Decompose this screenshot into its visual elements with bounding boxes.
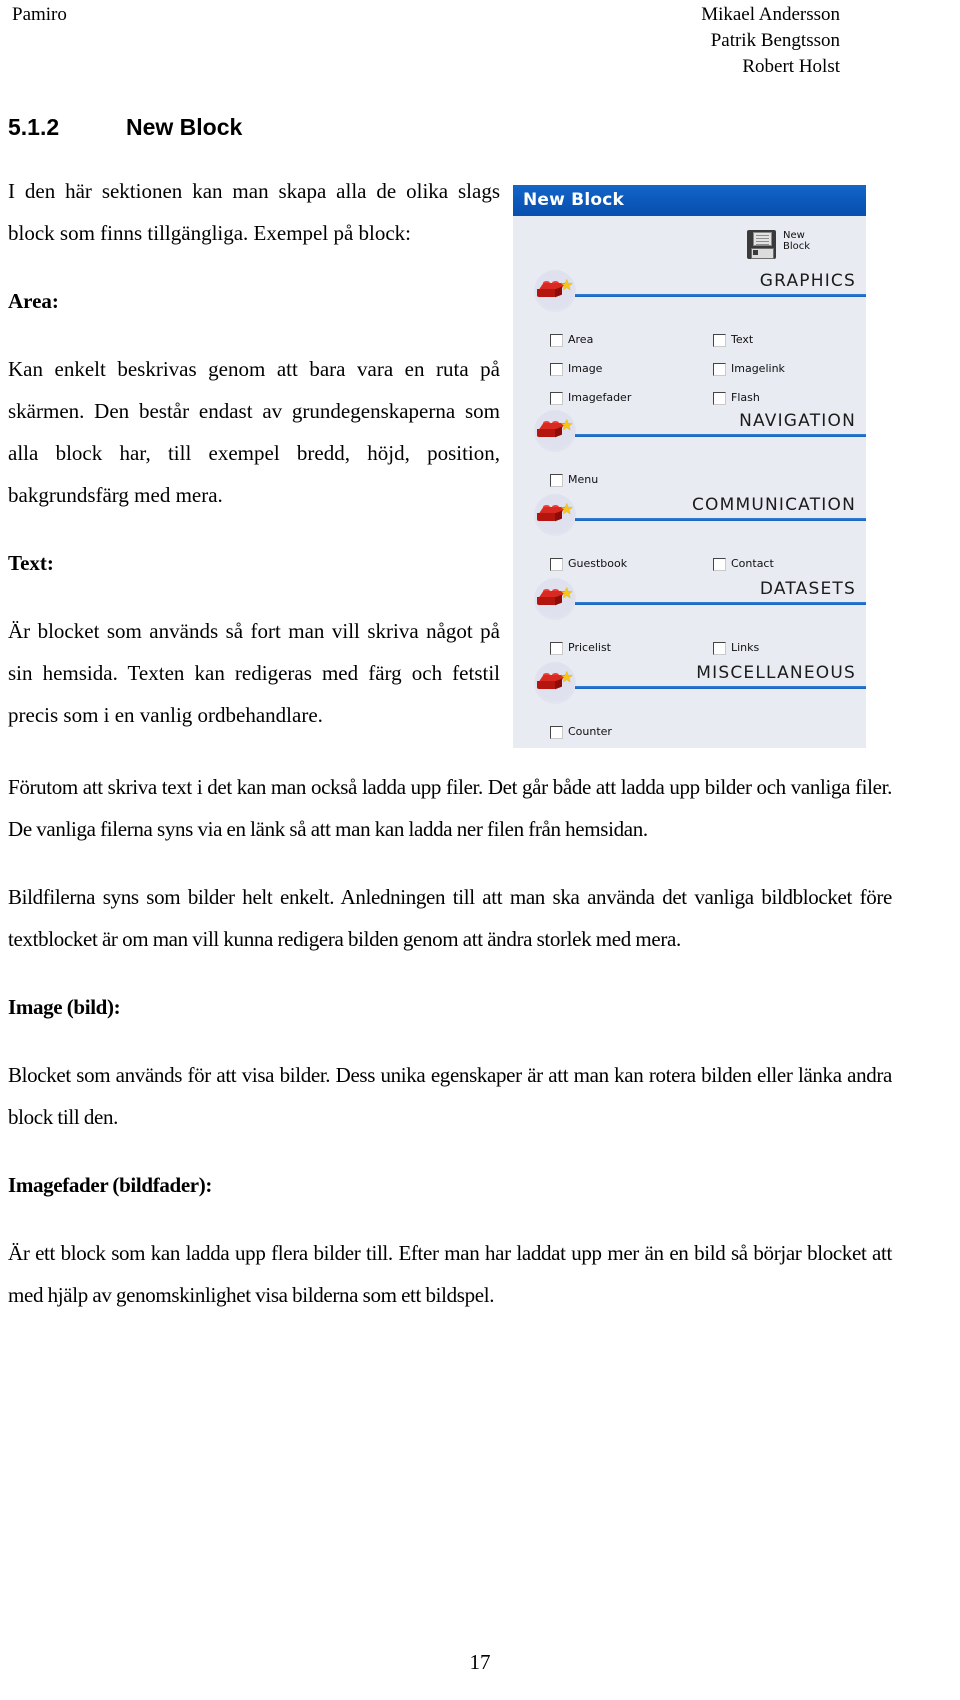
narrow-text-column: I den här sektionen kan man skapa alla d… <box>8 170 500 736</box>
category-divider <box>575 294 866 297</box>
wide-text-column: Förutom att skriva text i det kan man oc… <box>8 766 892 1316</box>
category-label-navigation: NAVIGATION <box>739 411 856 431</box>
checkbox-text[interactable] <box>713 334 726 347</box>
page-title: 5.1.2 New Block <box>8 112 960 142</box>
subheading-area: Area: <box>8 289 59 313</box>
checkbox-counter[interactable] <box>550 726 563 739</box>
checkbox-label-links: Links <box>731 641 760 654</box>
category-graphics: ★ GRAPHICS <box>513 268 866 312</box>
new-block-button-label: New Block <box>783 230 810 252</box>
section-number: 5.1.2 <box>8 114 60 140</box>
subheading-text: Text: <box>8 551 54 575</box>
checkbox-guestbook[interactable] <box>550 558 563 571</box>
checkbox-image[interactable] <box>550 363 563 376</box>
paragraph-imagefader: Är ett block som kan ladda upp flera bil… <box>8 1241 892 1307</box>
lego-brick-icon: ★ <box>534 662 576 704</box>
paragraph-area: Kan enkelt beskrivas genom att bara vara… <box>8 357 500 507</box>
checkbox-label-guestbook: Guestbook <box>568 557 628 570</box>
subheading-image: Image (bild): <box>8 995 121 1019</box>
checkbox-label-contact: Contact <box>731 557 774 570</box>
dialog-title: New Block <box>523 190 625 210</box>
checkbox-imagelink[interactable] <box>713 363 726 376</box>
checkbox-links[interactable] <box>713 642 726 655</box>
new-block-button-line1: New <box>783 230 805 241</box>
page-number: 17 <box>469 1650 491 1674</box>
header-author-2: Patrik Bengtsson <box>710 30 840 51</box>
checkbox-menu[interactable] <box>550 474 563 487</box>
star-icon: ★ <box>560 416 574 434</box>
header-author-3: Robert Holst <box>742 56 840 77</box>
paragraph-text: Är blocket som används så fort man vill … <box>8 619 500 727</box>
category-navigation: ★ NAVIGATION <box>513 408 866 452</box>
category-label-graphics: GRAPHICS <box>759 271 856 291</box>
checkbox-imagefader[interactable] <box>550 392 563 405</box>
checkbox-label-pricelist: Pricelist <box>568 641 611 654</box>
checkbox-label-text: Text <box>731 333 754 346</box>
category-communication: ★ COMMUNICATION <box>513 492 866 536</box>
star-icon: ★ <box>560 668 574 686</box>
dialog-titlebar: New Block <box>513 185 866 216</box>
paragraph-files: Förutom att skriva text i det kan man oc… <box>8 775 892 841</box>
lego-brick-icon: ★ <box>534 410 576 452</box>
category-label-communication: COMMUNICATION <box>691 495 856 515</box>
category-divider <box>575 518 866 521</box>
floppy-disk-icon <box>747 230 776 259</box>
category-label-datasets: DATASETS <box>759 579 856 599</box>
checkbox-label-counter: Counter <box>568 725 612 738</box>
category-divider <box>575 434 866 437</box>
star-icon: ★ <box>560 500 574 518</box>
category-divider <box>575 602 866 605</box>
checkbox-label-imagelink: Imagelink <box>731 362 785 375</box>
paragraph-image: Blocket som används för att visa bilder.… <box>8 1063 892 1129</box>
header-authors: Mikael Andersson Patrik Bengtsson Robert… <box>701 2 840 80</box>
checkbox-area[interactable] <box>550 334 563 347</box>
new-block-button[interactable]: New Block <box>747 230 857 262</box>
header-author-1: Mikael Andersson <box>701 4 840 25</box>
header-project-name: Pamiro <box>12 4 67 25</box>
checkbox-label-menu: Menu <box>568 473 599 486</box>
checkbox-flash[interactable] <box>713 392 726 405</box>
paragraph-imagefiles: Bildfilerna syns som bilder helt enkelt.… <box>8 885 892 951</box>
checkbox-label-area: Area <box>568 333 594 346</box>
checkbox-contact[interactable] <box>713 558 726 571</box>
star-icon: ★ <box>560 276 574 294</box>
category-divider <box>575 686 866 689</box>
lego-brick-icon: ★ <box>534 494 576 536</box>
lego-brick-icon: ★ <box>534 578 576 620</box>
subheading-imagefader: Imagefader (bildfader): <box>8 1173 213 1197</box>
page-header: Pamiro Mikael Andersson Patrik Bengtsson… <box>0 0 960 92</box>
checkbox-label-image: Image <box>568 362 603 375</box>
category-miscellaneous: ★ MISCELLANEOUS <box>513 660 866 704</box>
checkbox-label-flash: Flash <box>731 391 760 404</box>
category-label-miscellaneous: MISCELLANEOUS <box>696 663 856 683</box>
category-datasets: ★ DATASETS <box>513 576 866 620</box>
dialog-body: New Block ★ GRAPHICS Area Text Image Ima… <box>513 216 866 748</box>
checkbox-label-imagefader: Imagefader <box>568 391 632 404</box>
new-block-dialog-screenshot: New Block New Block ★ GRAPHICS Area Text… <box>513 185 866 748</box>
lego-brick-icon: ★ <box>534 270 576 312</box>
section-title: New Block <box>126 114 243 140</box>
new-block-button-line2: Block <box>783 241 811 252</box>
paragraph-intro: I den här sektionen kan man skapa alla d… <box>8 179 500 245</box>
star-icon: ★ <box>560 584 574 602</box>
checkbox-pricelist[interactable] <box>550 642 563 655</box>
